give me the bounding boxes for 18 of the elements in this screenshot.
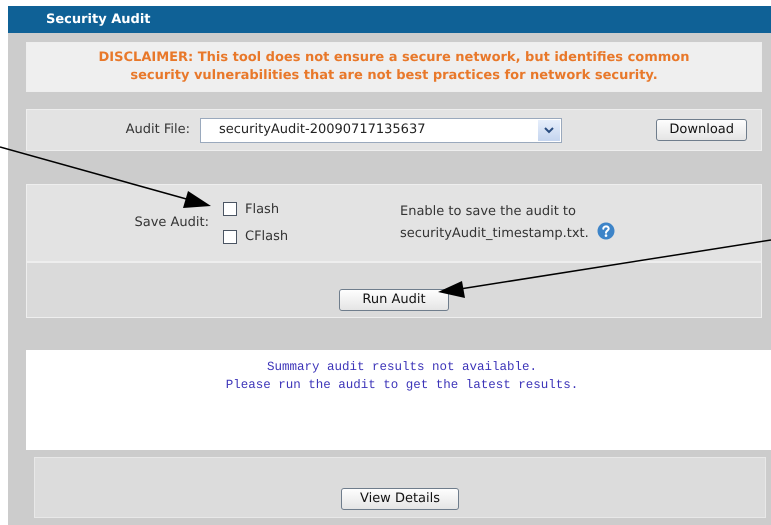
download-button[interactable]: Download [656,119,747,141]
checkbox[interactable] [223,202,237,216]
checkbox-label[interactable]: Flash [245,200,280,219]
view-details-button[interactable]: View Details [340,488,460,510]
help-icon[interactable] [596,222,615,240]
run-audit-button[interactable]: Run Audit [339,289,449,311]
audit-file-select[interactable]: securityAudit-20090717135637 [200,118,562,142]
dropdown-caret-icon[interactable] [538,120,560,140]
hint-text: securityAudit_timestamp.txt. [400,225,589,243]
panel-title: Security Audit [8,6,771,33]
hint-text: Enable to save the audit to [400,203,577,221]
save-audit-label: Save Audit: [133,214,210,232]
audit-file-label: Audit File: [124,121,191,140]
checkbox-label[interactable]: CFlash [245,227,288,246]
disclaimer-text: DISCLAIMER: This tool does not ensure a secure network, but identifies common security vulnerabilities that are not best practices for network security. [26,42,762,92]
summary-text: Please run the audit to get the latest results. [224,377,580,394]
checkbox[interactable] [223,230,237,244]
summary-text: Summary audit results not available. [266,359,538,376]
